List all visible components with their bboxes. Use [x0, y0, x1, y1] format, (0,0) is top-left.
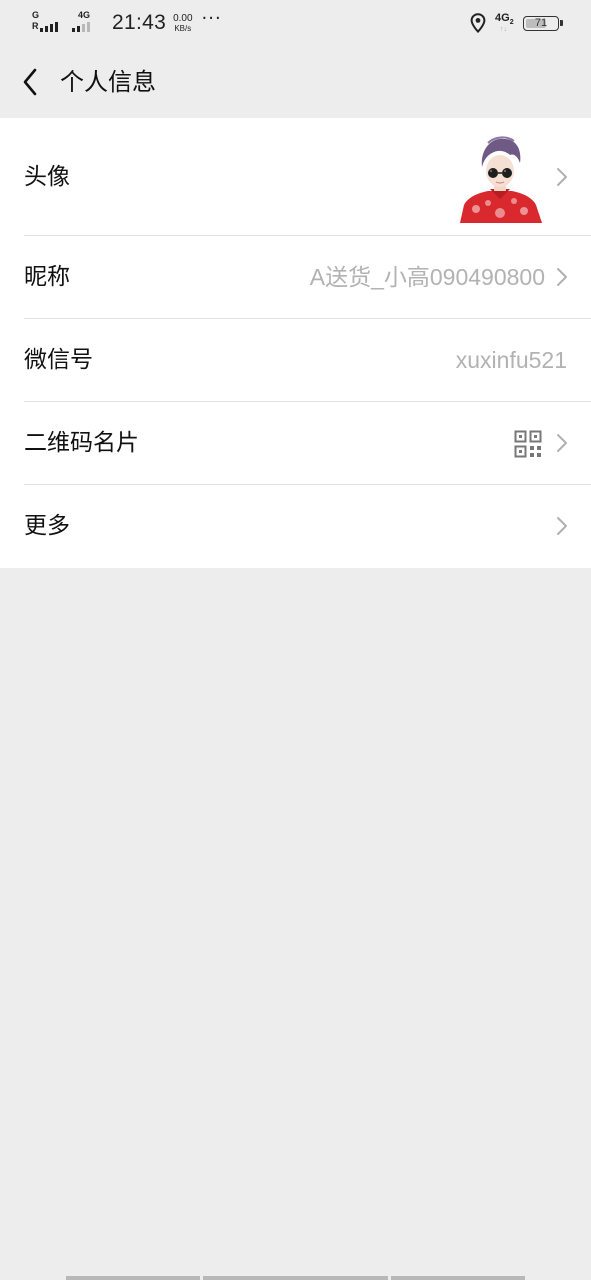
- data-activity-arrows-icon: ↑↓: [500, 26, 507, 33]
- signal-bar: [77, 26, 80, 32]
- signal-bar: [50, 24, 53, 32]
- sim1-network-type-top: G: [32, 10, 40, 20]
- status-time: 21:43: [112, 11, 167, 34]
- chevron-left-icon: [23, 68, 37, 96]
- signal-bar: [55, 22, 58, 32]
- page-title: 个人信息: [60, 68, 156, 96]
- sim1-signal-icon: G R: [32, 11, 66, 35]
- wechat-id-row[interactable]: 微信号 xuxinfu521: [0, 319, 591, 402]
- signal-bar: [40, 28, 43, 32]
- chevron-right-icon: [557, 434, 567, 452]
- back-button[interactable]: [12, 64, 48, 100]
- location-icon: [470, 13, 486, 33]
- signal-bar: [87, 22, 90, 32]
- chevron-right-icon: [557, 517, 567, 535]
- mobile-data-sim: 2: [509, 19, 514, 27]
- network-speed-unit: KB/s: [174, 23, 192, 33]
- signal-bar: [72, 28, 75, 32]
- gesture-bar-center[interactable]: [203, 1276, 388, 1280]
- sim2-signal-icon: 4G: [72, 11, 106, 35]
- gesture-bar-right[interactable]: [391, 1276, 525, 1280]
- mobile-data-type-label: 4G: [495, 12, 510, 24]
- sim1-signal-bars: [40, 22, 60, 32]
- nickname-label: 昵称: [24, 264, 70, 290]
- profile-info-list: 头像 昵称 A送货_小高090490800 微信号 xuxinfu521 二维码…: [0, 118, 591, 568]
- gesture-bar-left[interactable]: [66, 1276, 200, 1280]
- more-row[interactable]: 更多: [0, 485, 591, 568]
- nickname-row[interactable]: 昵称 A送货_小高090490800: [0, 236, 591, 319]
- status-bar-left: G R 4G 21:43 0.00 KB/s ···: [32, 10, 222, 36]
- signal-bar: [45, 26, 48, 32]
- avatar-row[interactable]: 头像: [0, 118, 591, 236]
- nickname-value: A送货_小高090490800: [309, 264, 545, 290]
- battery-level: 71: [534, 16, 548, 29]
- network-speed: 0.00 KB/s: [173, 12, 193, 33]
- navigation-bar: 个人信息: [0, 46, 591, 118]
- sim2-network-type: 4G: [78, 10, 91, 20]
- qr-code-icon: [514, 430, 542, 458]
- wechat-id-label: 微信号: [24, 347, 93, 373]
- more-notifications-icon: ···: [201, 8, 222, 29]
- status-bar-right: 4G2 ↑↓ 71: [470, 11, 563, 35]
- chevron-right-icon: [557, 268, 567, 286]
- qr-card-row[interactable]: 二维码名片: [0, 402, 591, 485]
- network-speed-value: 0.00: [173, 12, 193, 24]
- sim2-signal-bars: [72, 22, 92, 32]
- avatar[interactable]: [458, 133, 542, 223]
- mobile-data-icon: 4G2 ↑↓: [495, 12, 517, 34]
- qr-card-label: 二维码名片: [24, 430, 139, 456]
- battery-cap: [560, 19, 563, 26]
- status-bar: G R 4G 21:43 0.00 KB/s ··· 4G2 ↑↓ 71: [0, 0, 591, 46]
- sim1-network-type-bottom: R: [32, 21, 39, 31]
- avatar-label: 头像: [24, 164, 70, 190]
- battery-icon: 71: [523, 15, 563, 31]
- chevron-right-icon: [557, 168, 567, 186]
- signal-bar: [82, 24, 85, 32]
- more-label: 更多: [24, 513, 70, 539]
- wechat-id-value: xuxinfu521: [455, 347, 567, 373]
